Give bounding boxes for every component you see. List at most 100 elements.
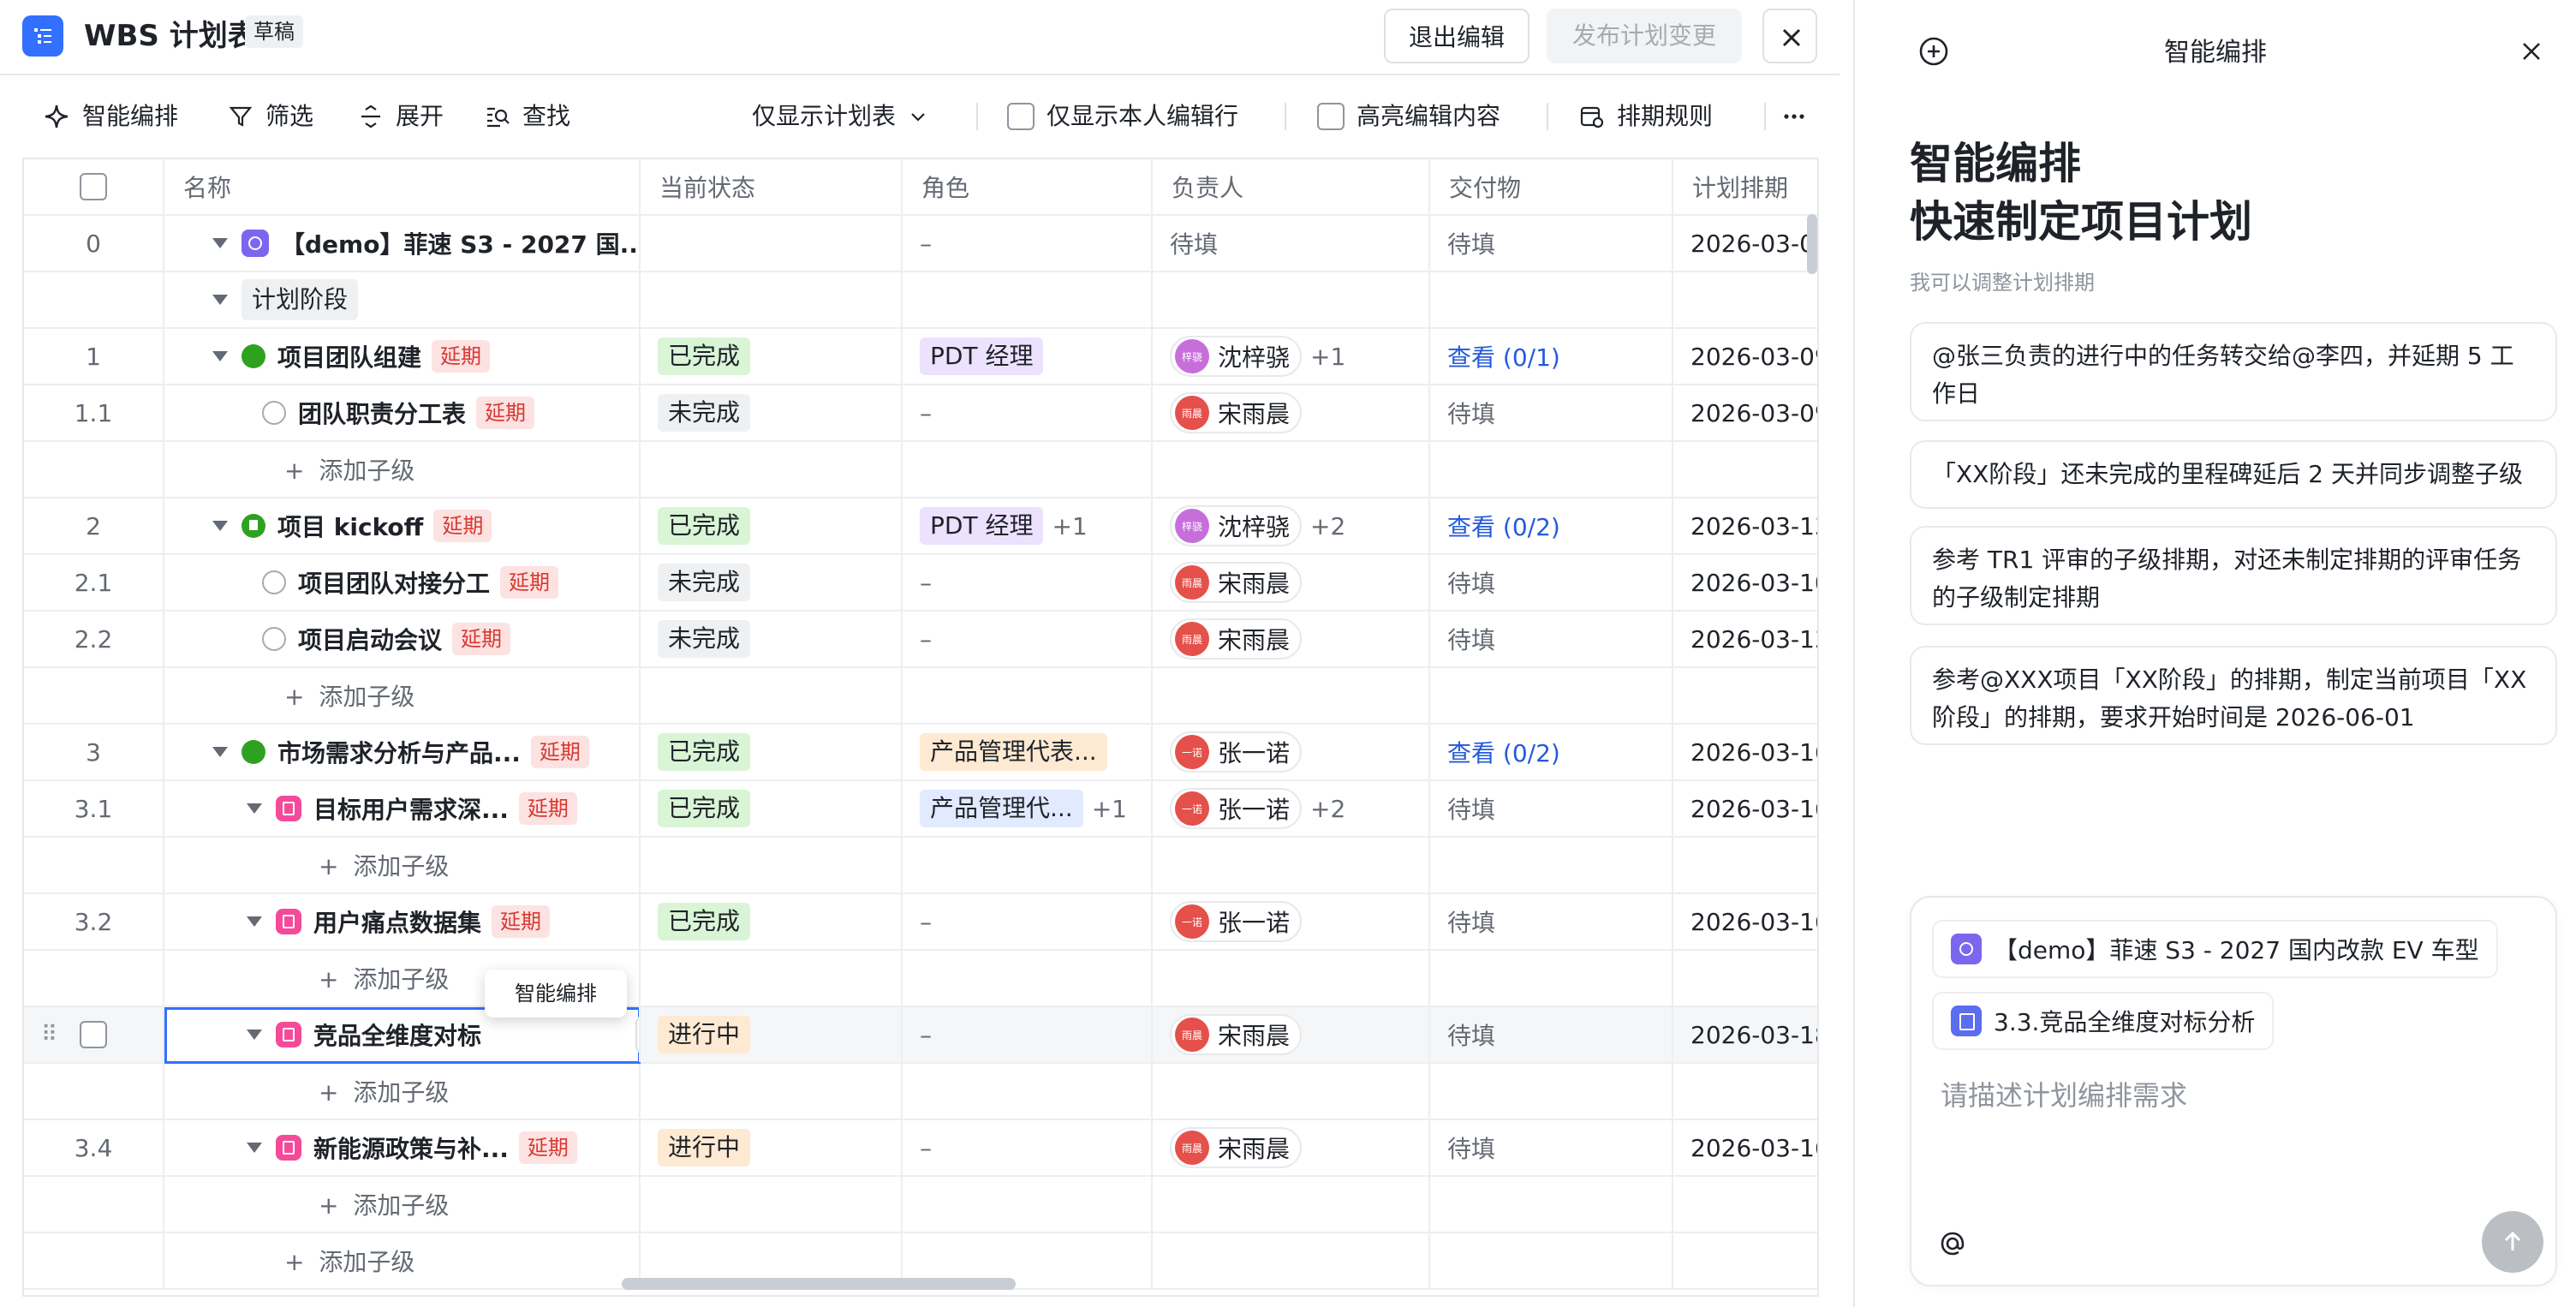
status-badge[interactable]: 进行中 bbox=[658, 1016, 751, 1053]
status-badge[interactable]: 已完成 bbox=[658, 733, 751, 771]
schedule-date[interactable]: 2026-03-18 bbox=[1690, 1021, 1817, 1049]
owner-chip[interactable]: 梓骁 沈梓骁 bbox=[1170, 336, 1303, 377]
table-row[interactable]: 3.1 目标用户需求深... 延期 已完成 产品管理代... +1 一诺 张一诺 +2 待填 202… bbox=[24, 781, 1817, 838]
col-header-status[interactable]: 当前状态 bbox=[641, 159, 903, 214]
owner-chip[interactable]: 一诺 张一诺 bbox=[1170, 788, 1303, 829]
exit-edit-button[interactable]: 退出编辑 bbox=[1384, 9, 1530, 63]
owner-chip[interactable]: 雨晨 宋雨晨 bbox=[1170, 618, 1303, 659]
status-badge[interactable]: 进行中 bbox=[658, 1129, 751, 1167]
col-header-deliverable[interactable]: 交付物 bbox=[1430, 159, 1673, 214]
row-title[interactable]: 【demo】菲速 S3 - 2027 国... bbox=[281, 226, 639, 260]
add-child-button[interactable]: + 添加子级 bbox=[319, 961, 449, 995]
add-child-row[interactable]: + 添加子级 bbox=[24, 668, 1817, 725]
add-child-row[interactable]: + 添加子级 bbox=[24, 442, 1817, 498]
suggestion-card[interactable]: 参考 TR1 评审的子级排期，对还未制定排期的评审任务的子级制定排期 bbox=[1910, 526, 2557, 625]
expand-button[interactable]: 展开 bbox=[358, 91, 444, 142]
row-title[interactable]: 项目团队组建 bbox=[277, 339, 421, 373]
row-title[interactable]: 项目启动会议 bbox=[298, 622, 442, 656]
schedule-date[interactable]: 2026-03-10 bbox=[1690, 569, 1817, 597]
owner-empty[interactable]: 待填 bbox=[1170, 226, 1218, 260]
status-badge[interactable]: 未完成 bbox=[658, 620, 751, 658]
filter-button[interactable]: 筛选 bbox=[228, 91, 313, 142]
col-header-name[interactable]: 名称 bbox=[164, 159, 641, 214]
vertical-scrollbar[interactable] bbox=[1807, 214, 1817, 274]
collapse-toggle-icon[interactable] bbox=[247, 1143, 262, 1153]
owner-chip[interactable]: 雨晨 宋雨晨 bbox=[1170, 392, 1303, 433]
row-title[interactable]: 团队职责分工表 bbox=[298, 396, 466, 430]
publish-changes-button[interactable]: 发布计划变更 bbox=[1547, 9, 1742, 63]
mention-button[interactable] bbox=[1927, 1218, 1978, 1269]
table-row[interactable]: 3.4 新能源政策与补... 延期 进行中 – 雨晨 宋雨晨 待填 2026-03-16 bbox=[24, 1120, 1817, 1177]
schedule-date[interactable]: 2026-03-16 bbox=[1690, 1134, 1817, 1162]
table-row[interactable]: 2.1 项目团队对接分工 延期 未完成 – 雨晨 宋雨晨 待填 2026-03-10 bbox=[24, 555, 1817, 612]
stage-title[interactable]: 计划阶段 bbox=[242, 279, 359, 320]
collapse-toggle-icon[interactable] bbox=[212, 521, 228, 531]
owner-chip[interactable]: 雨晨 宋雨晨 bbox=[1170, 1127, 1303, 1168]
collapse-toggle-icon[interactable] bbox=[212, 747, 228, 757]
schedule-date[interactable]: 2026-03-16 bbox=[1690, 908, 1817, 936]
only-mine-toggle[interactable]: 仅显示本人编辑行 bbox=[1007, 91, 1238, 142]
table-row[interactable]: 计划阶段 bbox=[24, 272, 1817, 329]
status-badge[interactable]: 已完成 bbox=[658, 337, 751, 375]
only-mine-checkbox[interactable] bbox=[1007, 103, 1035, 130]
owner-chip[interactable]: 一诺 张一诺 bbox=[1170, 731, 1303, 773]
table-row[interactable]: 2.2 项目启动会议 延期 未完成 – 雨晨 宋雨晨 待填 2026-03-13 bbox=[24, 612, 1817, 668]
suggestion-card[interactable]: @张三负责的进行中的任务转交给@李四，并延期 5 工作日 bbox=[1910, 322, 2557, 421]
deliverable-empty[interactable]: 待填 bbox=[1447, 396, 1495, 430]
row-title[interactable]: 新能源政策与补... bbox=[313, 1131, 509, 1165]
smart-arrange-button[interactable]: 智能编排 bbox=[43, 91, 178, 142]
prompt-input[interactable]: 请描述计划编排需求 bbox=[1941, 1074, 2187, 1113]
add-child-button[interactable]: + 添加子级 bbox=[319, 848, 449, 882]
table-row[interactable]: 3.2 用户痛点数据集 延期 已完成 – 一诺 张一诺 待填 2026-03-16 bbox=[24, 894, 1817, 951]
schedule-rules-button[interactable]: 排期规则 bbox=[1579, 91, 1713, 142]
row-title[interactable]: 竞品全维度对标 bbox=[313, 1018, 481, 1052]
suggestion-card[interactable]: 参考@XXX项目「XX阶段」的排期，制定当前项目「XX阶段」的排期，要求开始时间… bbox=[1910, 646, 2557, 745]
deliverable-empty[interactable]: 待填 bbox=[1447, 1131, 1495, 1165]
schedule-date[interactable]: 2026-03-09 bbox=[1690, 399, 1817, 427]
deliverable-empty[interactable]: 待填 bbox=[1447, 791, 1495, 826]
collapse-toggle-icon[interactable] bbox=[247, 803, 262, 814]
deliverable-empty[interactable]: 待填 bbox=[1447, 226, 1495, 260]
deliverable-empty[interactable]: 待填 bbox=[1447, 565, 1495, 600]
role-tag[interactable]: 产品管理代... bbox=[920, 790, 1083, 827]
context-chip-project[interactable]: 【demo】菲速 S3 - 2027 国内改款 EV 车型 bbox=[1932, 920, 2498, 978]
owner-chip[interactable]: 雨晨 宋雨晨 bbox=[1170, 562, 1303, 603]
collapse-toggle-icon[interactable] bbox=[247, 916, 262, 927]
add-child-row[interactable]: + 添加子级 bbox=[24, 1177, 1817, 1233]
drag-handle-icon[interactable]: ⠿ bbox=[41, 1022, 57, 1047]
schedule-date[interactable]: 2026-03-09 bbox=[1690, 343, 1817, 371]
add-child-button[interactable]: + 添加子级 bbox=[284, 678, 414, 713]
collapse-toggle-icon[interactable] bbox=[212, 238, 228, 248]
collapse-toggle-icon[interactable] bbox=[212, 295, 228, 305]
collapse-toggle-icon[interactable] bbox=[247, 1029, 262, 1040]
schedule-date[interactable]: 2026-03-16 bbox=[1690, 738, 1817, 767]
role-tag[interactable]: PDT 经理 bbox=[920, 507, 1044, 545]
col-header-schedule[interactable]: 计划排期 bbox=[1673, 159, 1817, 214]
table-row[interactable]: 2 项目 kickoff 延期 已完成 PDT 经理 +1 梓骁 沈梓骁 +2 查看 (0/2) 2… bbox=[24, 498, 1817, 555]
row-title[interactable]: 用户痛点数据集 bbox=[313, 904, 481, 939]
close-button[interactable] bbox=[1762, 9, 1817, 63]
row-title[interactable]: 项目团队对接分工 bbox=[298, 565, 490, 600]
status-badge[interactable]: 未完成 bbox=[658, 564, 751, 601]
deliverable-empty[interactable]: 待填 bbox=[1447, 1018, 1495, 1052]
add-child-button[interactable]: + 添加子级 bbox=[284, 452, 414, 486]
add-child-row[interactable]: + 添加子级 bbox=[24, 951, 1817, 1007]
status-badge[interactable]: 已完成 bbox=[658, 507, 751, 545]
horizontal-scrollbar[interactable] bbox=[622, 1278, 1016, 1290]
status-badge[interactable]: 未完成 bbox=[658, 394, 751, 432]
schedule-date[interactable]: 2026-03-13 bbox=[1690, 512, 1817, 540]
owner-chip[interactable]: 雨晨 宋雨晨 bbox=[1170, 1014, 1303, 1055]
row-title[interactable]: 目标用户需求深... bbox=[313, 791, 509, 826]
close-icon[interactable] bbox=[2518, 38, 2545, 65]
row-title[interactable]: 项目 kickoff bbox=[277, 509, 423, 543]
owner-chip[interactable]: 一诺 张一诺 bbox=[1170, 901, 1303, 942]
col-header-role[interactable]: 角色 bbox=[903, 159, 1153, 214]
suggestion-card[interactable]: 「XX阶段」还未完成的里程碑延后 2 天并同步调整子级 bbox=[1910, 440, 2557, 509]
add-child-button[interactable]: + 添加子级 bbox=[284, 1244, 414, 1278]
row-title[interactable]: 市场需求分析与产品... bbox=[277, 735, 521, 769]
deliverable-link[interactable]: 查看 (0/1) bbox=[1447, 339, 1560, 373]
highlight-toggle[interactable]: 高亮编辑内容 bbox=[1317, 91, 1500, 142]
add-child-row[interactable]: + 添加子级 bbox=[24, 838, 1817, 894]
row-checkbox[interactable] bbox=[80, 1021, 107, 1048]
more-button[interactable] bbox=[1781, 91, 1807, 142]
